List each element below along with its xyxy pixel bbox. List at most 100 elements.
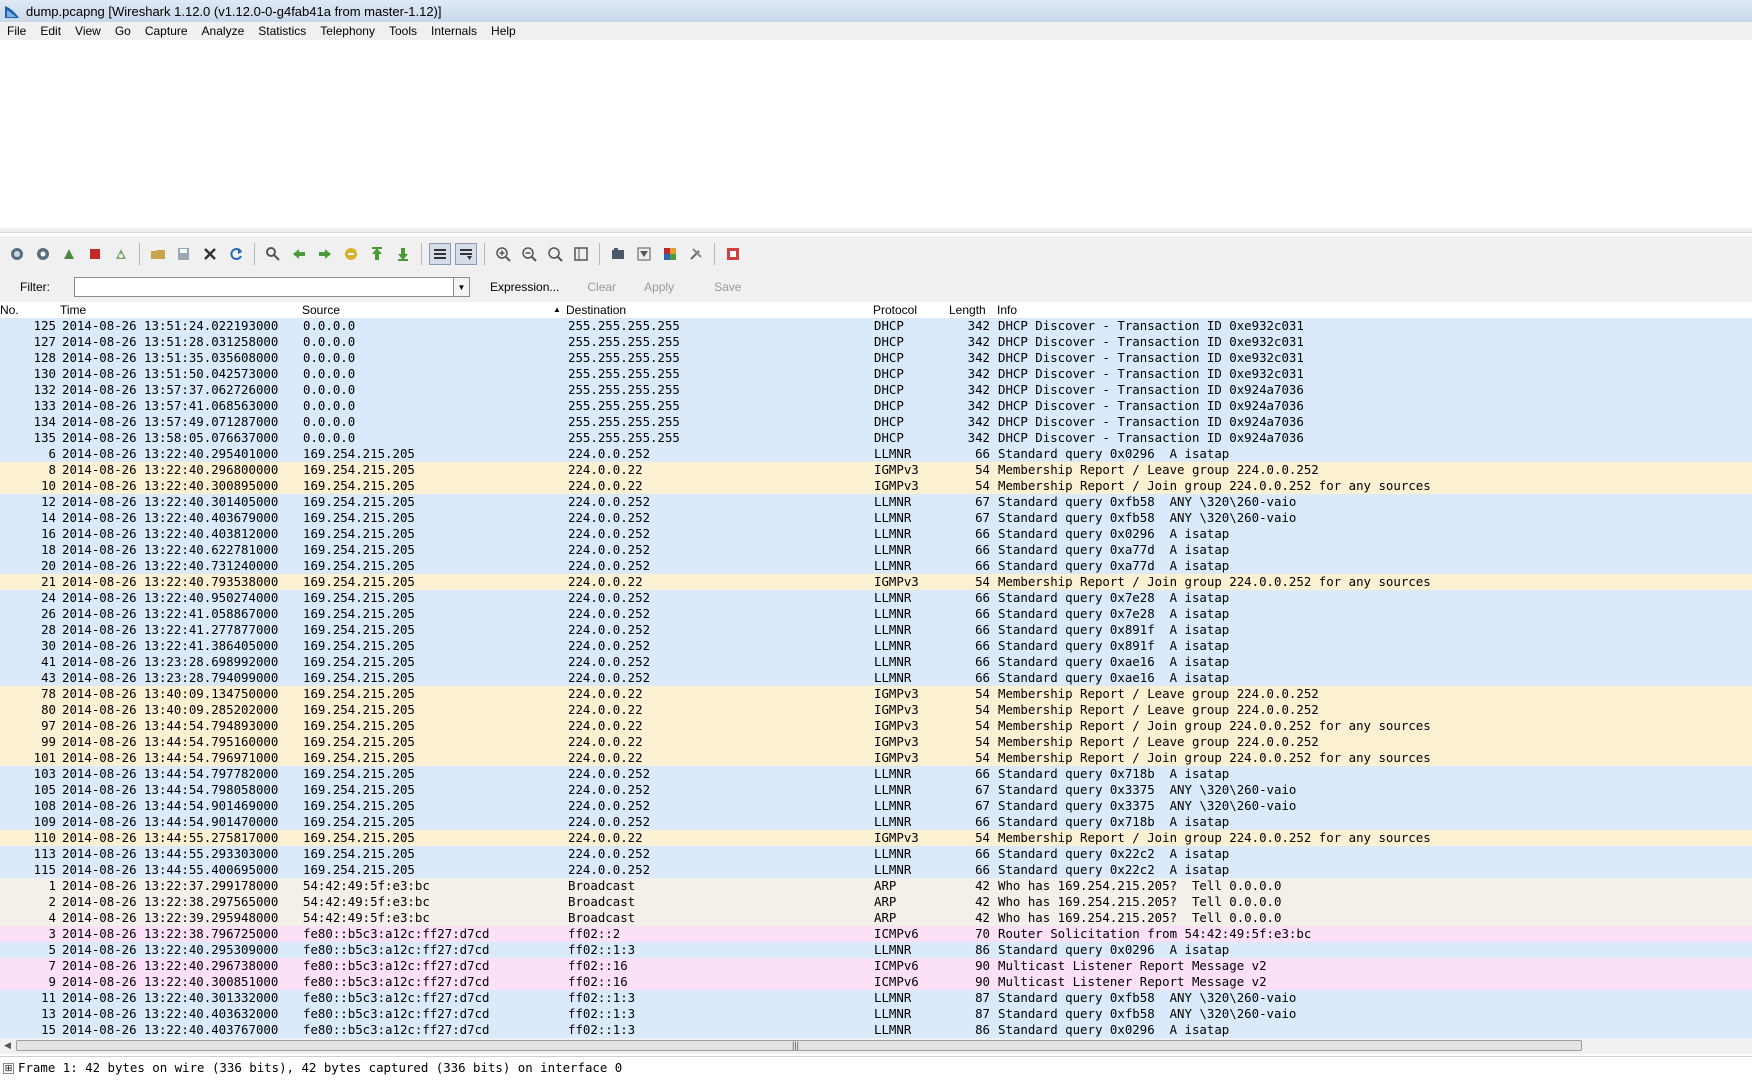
packet-row[interactable]: 78 2014-08-26 13:40:09.134750000 169.254.2… [0,686,1752,702]
packet-row[interactable]: 5 2014-08-26 13:22:40.295309000 fe80::b5c3… [0,942,1752,958]
packet-row[interactable]: 103 2014-08-26 13:44:54.797782000 169.254.… [0,766,1752,782]
packet-row[interactable]: 99 2014-08-26 13:44:54.795160000 169.254.2… [0,734,1752,750]
expression-button[interactable]: Expression... [490,280,559,294]
restart-capture-button[interactable] [110,243,132,265]
scroll-left-icon[interactable]: ◀ [4,1040,11,1051]
packet-row[interactable]: 128 2014-08-26 13:51:35.035608000 0.0.0.0 2… [0,350,1752,366]
packet-row[interactable]: 15 2014-08-26 13:22:40.403767000 fe80::b5c… [0,1022,1752,1038]
column-header-no[interactable]: No. [0,303,19,317]
save-file-button[interactable] [173,243,195,265]
save-button[interactable]: Save [714,280,741,294]
packet-row[interactable]: 133 2014-08-26 13:57:41.068563000 0.0.0.0 2… [0,398,1752,414]
help-button[interactable] [722,243,744,265]
menu-edit[interactable]: Edit [33,24,68,38]
zoom-in-button[interactable] [492,243,514,265]
find-packet-button[interactable] [262,243,284,265]
coloring-rules-button[interactable] [659,243,681,265]
capture-filters-button[interactable] [607,243,629,265]
packet-row[interactable]: 12 2014-08-26 13:22:40.301405000 169.254.2… [0,494,1752,510]
packet-row[interactable]: 115 2014-08-26 13:44:55.400695000 169.254.… [0,862,1752,878]
open-file-button[interactable] [147,243,169,265]
packet-row[interactable]: 4 2014-08-26 13:22:39.295948000 54:42:49:5… [0,910,1752,926]
go-to-packet-button[interactable] [340,243,362,265]
frame-summary-line[interactable]: Frame 1: 42 bytes on wire (336 bits), 42… [18,1060,622,1075]
packet-row[interactable]: 110 2014-08-26 13:44:55.275817000 169.254.… [0,830,1752,846]
packet-row[interactable]: 108 2014-08-26 13:44:54.901469000 169.254.… [0,798,1752,814]
filter-dropdown-button[interactable]: ▼ [454,277,470,297]
column-header-info[interactable]: Info [997,303,1017,317]
menu-telephony[interactable]: Telephony [313,24,382,38]
column-header-source[interactable]: Source [302,303,340,317]
packet-row[interactable]: 30 2014-08-26 13:22:41.386405000 169.254.2… [0,638,1752,654]
auto-scroll-button[interactable] [455,243,477,265]
packet-row[interactable]: 20 2014-08-26 13:22:40.731240000 169.254.2… [0,558,1752,574]
packet-row[interactable]: 11 2014-08-26 13:22:40.301332000 fe80::b5c… [0,990,1752,1006]
reload-button[interactable] [225,243,247,265]
menu-file[interactable]: File [0,24,33,38]
packet-row[interactable]: 130 2014-08-26 13:51:50.042573000 0.0.0.0 2… [0,366,1752,382]
zoom-out-button[interactable] [518,243,540,265]
apply-button[interactable]: Apply [644,280,674,294]
packet-row[interactable]: 1 2014-08-26 13:22:37.299178000 54:42:49:5… [0,878,1752,894]
column-header-length[interactable]: Length [949,303,986,317]
interfaces-button[interactable] [6,243,28,265]
packet-row[interactable]: 6 2014-08-26 13:22:40.295401000 169.254.21… [0,446,1752,462]
packet-row[interactable]: 16 2014-08-26 13:22:40.403812000 169.254.2… [0,526,1752,542]
packet-row[interactable]: 101 2014-08-26 13:44:54.796971000 169.254.… [0,750,1752,766]
column-header-destination[interactable]: Destination [566,303,626,317]
packet-row[interactable]: 113 2014-08-26 13:44:55.293303000 169.254.… [0,846,1752,862]
menu-help[interactable]: Help [484,24,523,38]
menu-analyze[interactable]: Analyze [195,24,252,38]
menu-view[interactable]: View [68,24,108,38]
packet-row[interactable]: 43 2014-08-26 13:23:28.794099000 169.254.2… [0,670,1752,686]
packet-row[interactable]: 28 2014-08-26 13:22:41.277877000 169.254.2… [0,622,1752,638]
packet-row[interactable]: 13 2014-08-26 13:22:40.403632000 fe80::b5c… [0,1006,1752,1022]
packet-row[interactable]: 125 2014-08-26 13:51:24.022193000 0.0.0.0 2… [0,318,1752,334]
menu-capture[interactable]: Capture [138,24,195,38]
packet-row[interactable]: 26 2014-08-26 13:22:41.058867000 169.254.2… [0,606,1752,622]
packet-row[interactable]: 21 2014-08-26 13:22:40.793538000 169.254.2… [0,574,1752,590]
packet-row[interactable]: 14 2014-08-26 13:22:40.403679000 169.254.2… [0,510,1752,526]
menu-internals[interactable]: Internals [424,24,484,38]
menu-statistics[interactable]: Statistics [251,24,313,38]
options-button[interactable] [32,243,54,265]
packet-row[interactable]: 3 2014-08-26 13:22:38.796725000 fe80::b5c3… [0,926,1752,942]
packet-row[interactable]: 127 2014-08-26 13:51:28.031258000 0.0.0.0 2… [0,334,1752,350]
menu-go[interactable]: Go [108,24,138,38]
expand-icon[interactable]: ⊞ [3,1063,14,1074]
stop-capture-button[interactable] [84,243,106,265]
preferences-button[interactable] [685,243,707,265]
packet-row[interactable]: 10 2014-08-26 13:22:40.300895000 169.254.2… [0,478,1752,494]
resize-columns-button[interactable] [570,243,592,265]
packet-row[interactable]: 9 2014-08-26 13:22:40.300851000 fe80::b5c3… [0,974,1752,990]
packet-row[interactable]: 24 2014-08-26 13:22:40.950274000 169.254.2… [0,590,1752,606]
colorize-button[interactable] [429,243,451,265]
go-back-button[interactable] [288,243,310,265]
column-header-protocol[interactable]: Protocol [873,303,917,317]
packet-row[interactable]: 97 2014-08-26 13:44:54.794893000 169.254.2… [0,718,1752,734]
packet-row[interactable]: 80 2014-08-26 13:40:09.285202000 169.254.2… [0,702,1752,718]
display-filters-button[interactable] [633,243,655,265]
packet-row[interactable]: 134 2014-08-26 13:57:49.071287000 0.0.0.0 2… [0,414,1752,430]
close-file-button[interactable] [199,243,221,265]
packet-row[interactable]: 105 2014-08-26 13:44:54.798058000 169.254.… [0,782,1752,798]
packet-row[interactable]: 41 2014-08-26 13:23:28.698992000 169.254.2… [0,654,1752,670]
go-forward-button[interactable] [314,243,336,265]
packet-row[interactable]: 109 2014-08-26 13:44:54.901470000 169.254.… [0,814,1752,830]
clear-button[interactable]: Clear [587,280,616,294]
packet-row[interactable]: 2 2014-08-26 13:22:38.297565000 54:42:49:5… [0,894,1752,910]
packet-row[interactable]: 132 2014-08-26 13:57:37.062726000 0.0.0.0 2… [0,382,1752,398]
first-packet-button[interactable] [366,243,388,265]
column-header-time[interactable]: Time [60,303,86,317]
packet-row[interactable]: 7 2014-08-26 13:22:40.296738000 fe80::b5c3… [0,958,1752,974]
filter-input[interactable] [74,277,454,297]
packet-row[interactable]: 18 2014-08-26 13:22:40.622781000 169.254.2… [0,542,1752,558]
horizontal-scrollbar[interactable]: ◀ ||| [0,1038,1752,1054]
packet-row[interactable]: 135 2014-08-26 13:58:05.076637000 0.0.0.0 2… [0,430,1752,446]
start-capture-button[interactable] [58,243,80,265]
pane-splitter[interactable] [0,228,1752,232]
packet-row[interactable]: 8 2014-08-26 13:22:40.296800000 169.254.21… [0,462,1752,478]
normal-size-button[interactable] [544,243,566,265]
menu-tools[interactable]: Tools [382,24,424,38]
last-packet-button[interactable] [392,243,414,265]
